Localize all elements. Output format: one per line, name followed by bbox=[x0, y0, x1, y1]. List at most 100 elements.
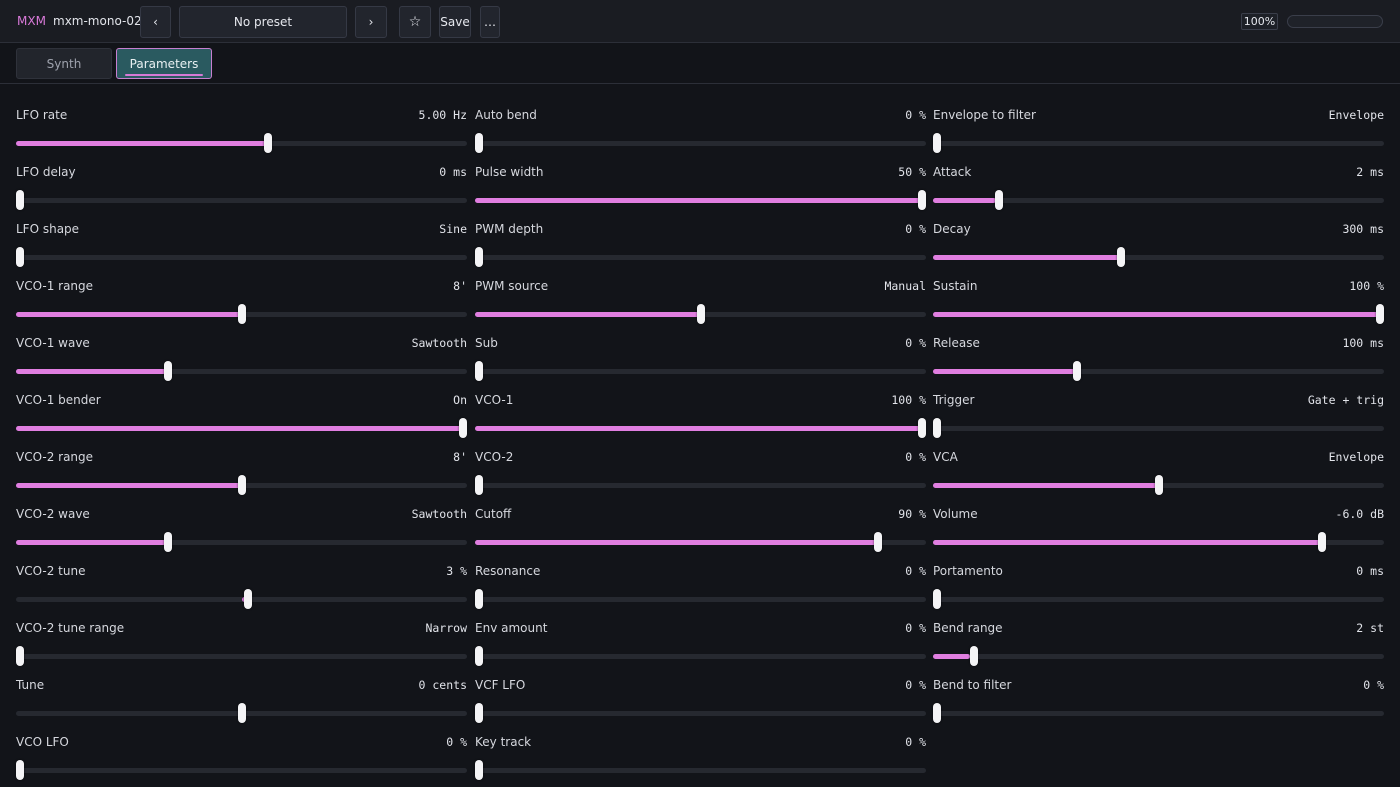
param-value: 2 st bbox=[1356, 621, 1384, 635]
param-pwm-depth: PWM depth 0 % bbox=[475, 204, 926, 267]
slider-thumb[interactable] bbox=[16, 760, 24, 780]
param-attack: Attack 2 ms bbox=[933, 147, 1384, 210]
top-toolbar: MXM mxm-mono-02 ‹ No preset › ☆ Save … 1… bbox=[0, 0, 1400, 43]
param-slider[interactable] bbox=[475, 361, 926, 381]
param-label: Key track bbox=[475, 735, 532, 749]
star-icon[interactable]: ☆ bbox=[399, 6, 431, 38]
param-slider[interactable] bbox=[475, 589, 926, 609]
slider-thumb[interactable] bbox=[475, 760, 483, 780]
param-lfo-shape: LFO shape Sine bbox=[16, 204, 467, 267]
slider-fill bbox=[933, 255, 1121, 260]
param-value: 0 % bbox=[905, 450, 926, 464]
param-slider[interactable] bbox=[475, 247, 926, 267]
param-value: Manual bbox=[884, 279, 926, 293]
param-label: LFO shape bbox=[16, 222, 80, 236]
param-slider[interactable] bbox=[16, 475, 467, 495]
param-value: 8' bbox=[453, 450, 467, 464]
param-slider[interactable] bbox=[16, 304, 467, 324]
param-slider[interactable] bbox=[933, 304, 1384, 324]
param-slider[interactable] bbox=[933, 190, 1384, 210]
param-slider[interactable] bbox=[933, 532, 1384, 552]
param-label: Portamento bbox=[933, 564, 1003, 578]
param-slider[interactable] bbox=[933, 133, 1384, 153]
param-slider[interactable] bbox=[16, 361, 467, 381]
param-value: Narrow bbox=[425, 621, 467, 635]
param-label: VCO-1 range bbox=[16, 279, 94, 293]
param-slider[interactable] bbox=[16, 646, 467, 666]
param-value: 0 % bbox=[1363, 678, 1384, 692]
param-slider[interactable] bbox=[475, 304, 926, 324]
param-slider[interactable] bbox=[16, 133, 467, 153]
param-slider[interactable] bbox=[933, 247, 1384, 267]
slider-fill bbox=[933, 198, 997, 203]
param-value: 0 ms bbox=[439, 165, 467, 179]
param-decay: Decay 300 ms bbox=[933, 204, 1384, 267]
param-label: VCO-2 tune range bbox=[16, 621, 125, 635]
save-button[interactable]: Save bbox=[439, 6, 471, 38]
param-slider[interactable] bbox=[475, 646, 926, 666]
param-slider[interactable] bbox=[933, 418, 1384, 438]
param-label: Attack bbox=[933, 165, 972, 179]
slider-fill bbox=[475, 540, 881, 545]
param-label: VCO-1 wave bbox=[16, 336, 90, 350]
param-value: 0 % bbox=[446, 735, 467, 749]
param-slider[interactable] bbox=[16, 247, 467, 267]
slider-fill bbox=[16, 141, 269, 146]
more-menu-button[interactable]: … bbox=[480, 6, 500, 38]
param-label: VCO LFO bbox=[16, 735, 69, 749]
param-slider[interactable] bbox=[16, 703, 467, 723]
prev-preset-button[interactable]: ‹ bbox=[140, 6, 171, 38]
param-slider[interactable] bbox=[475, 760, 926, 780]
param-slider[interactable] bbox=[16, 190, 467, 210]
param-label: Trigger bbox=[933, 393, 975, 407]
param-label: Sub bbox=[475, 336, 498, 350]
param-pwm-source: PWM source Manual bbox=[475, 261, 926, 324]
param-value: 0 ms bbox=[1356, 564, 1384, 578]
param-value: Sawtooth bbox=[411, 507, 467, 521]
slider-fill bbox=[475, 198, 926, 203]
param-slider[interactable] bbox=[933, 589, 1384, 609]
param-portamento: Portamento 0 ms bbox=[933, 546, 1384, 609]
param-slider[interactable] bbox=[475, 418, 926, 438]
preset-selector[interactable]: No preset bbox=[179, 6, 347, 38]
param-slider[interactable] bbox=[475, 133, 926, 153]
param-bend-range: Bend range 2 st bbox=[933, 603, 1384, 666]
param-tune: Tune 0 cents bbox=[16, 660, 467, 723]
slider-fill bbox=[933, 483, 1159, 488]
param-slider[interactable] bbox=[475, 190, 926, 210]
zoom-level[interactable]: 100% bbox=[1241, 13, 1278, 30]
slider-fill bbox=[475, 312, 701, 317]
param-slider[interactable] bbox=[475, 532, 926, 552]
param-value: 100 % bbox=[1349, 279, 1384, 293]
param-slider[interactable] bbox=[933, 361, 1384, 381]
tab-synth[interactable]: Synth bbox=[16, 48, 112, 79]
param-slider[interactable] bbox=[16, 532, 467, 552]
param-slider[interactable] bbox=[933, 703, 1384, 723]
param-label: VCO-2 wave bbox=[16, 507, 90, 521]
param-slider[interactable] bbox=[475, 703, 926, 723]
param-volume: Volume -6.0 dB bbox=[933, 489, 1384, 552]
param-slider[interactable] bbox=[475, 475, 926, 495]
param-label: VCF LFO bbox=[475, 678, 526, 692]
param-key-track: Key track 0 % bbox=[475, 717, 926, 780]
active-tab-indicator bbox=[125, 74, 203, 76]
param-label: VCA bbox=[933, 450, 958, 464]
param-slider[interactable] bbox=[16, 760, 467, 780]
slider-fill bbox=[933, 540, 1326, 545]
next-preset-button[interactable]: › bbox=[355, 6, 387, 38]
slider-thumb[interactable] bbox=[933, 703, 941, 723]
param-value: 0 % bbox=[905, 678, 926, 692]
slider-fill bbox=[16, 540, 167, 545]
slider-fill bbox=[933, 654, 971, 659]
param-slider[interactable] bbox=[16, 589, 467, 609]
param-slider[interactable] bbox=[933, 475, 1384, 495]
param-label: Decay bbox=[933, 222, 971, 236]
param-value: 300 ms bbox=[1342, 222, 1384, 236]
tab-parameters[interactable]: Parameters bbox=[116, 48, 212, 79]
param-slider[interactable] bbox=[16, 418, 467, 438]
param-value: 0 % bbox=[905, 108, 926, 122]
param-value: Envelope bbox=[1328, 108, 1384, 122]
param-vco-1: VCO-1 100 % bbox=[475, 375, 926, 438]
param-label: Bend to filter bbox=[933, 678, 1012, 692]
param-slider[interactable] bbox=[933, 646, 1384, 666]
